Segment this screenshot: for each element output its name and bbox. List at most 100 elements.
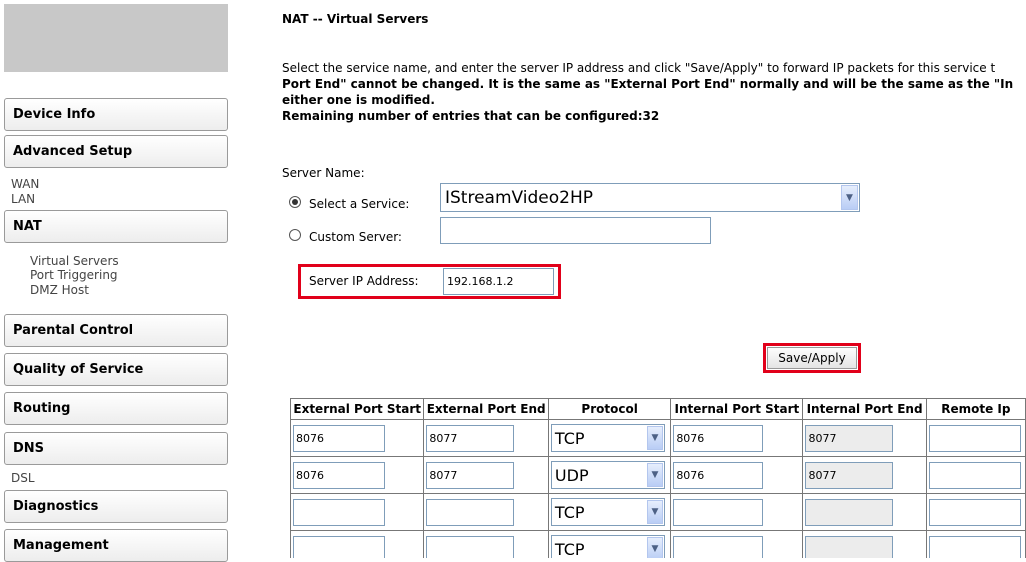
external-port-end-input[interactable]: 8077 bbox=[426, 461, 515, 489]
protocol-select[interactable]: TCP ▼ bbox=[550, 424, 665, 452]
external-port-start-input[interactable]: 8076 bbox=[293, 461, 385, 489]
nav-virtual-servers[interactable]: Virtual Servers bbox=[30, 254, 119, 268]
col-internal-port-end: Internal Port End bbox=[802, 398, 927, 420]
description-line-2: Port End" cannot be changed. It is the s… bbox=[282, 77, 1014, 91]
internal-port-end-input[interactable]: 8077 bbox=[805, 461, 894, 489]
table-cell: 8077 bbox=[423, 419, 549, 457]
table-cell bbox=[925, 456, 1026, 494]
custom-server-label: Custom Server: bbox=[309, 230, 402, 244]
nav-management[interactable]: Management bbox=[4, 529, 228, 562]
table-row: TCP ▼ bbox=[289, 493, 1026, 531]
internal-port-end-input[interactable]: 8077 bbox=[805, 424, 894, 452]
table-header-row: External Port Start External Port End Pr… bbox=[289, 398, 1026, 420]
table-cell: TCP ▼ bbox=[547, 530, 672, 559]
table-cell bbox=[670, 530, 804, 558]
sidebar: Device Info Advanced Setup WAN LAN NAT V… bbox=[0, 0, 234, 562]
col-external-port-end: External Port End bbox=[423, 398, 549, 420]
internal-port-start-input[interactable]: 8076 bbox=[673, 461, 764, 489]
table-cell: 8076 bbox=[289, 456, 425, 494]
internal-port-start-input[interactable] bbox=[673, 535, 764, 558]
external-port-start-input[interactable] bbox=[293, 498, 385, 526]
nav-dsl[interactable]: DSL bbox=[11, 471, 35, 485]
table-cell: 8076 bbox=[670, 456, 804, 494]
custom-server-input[interactable] bbox=[440, 217, 711, 244]
protocol-value: TCP bbox=[554, 428, 585, 448]
nav-parental-control[interactable]: Parental Control bbox=[4, 314, 228, 347]
remaining-entries: Remaining number of entries that can be … bbox=[282, 109, 660, 123]
nav-dmz-host[interactable]: DMZ Host bbox=[30, 283, 89, 297]
table-cell: TCP ▼ bbox=[547, 419, 672, 457]
server-ip-label: Server IP Address: bbox=[309, 274, 419, 288]
internal-port-start-input[interactable] bbox=[673, 498, 764, 526]
protocol-value: TCP bbox=[554, 539, 585, 559]
external-port-end-input[interactable] bbox=[426, 535, 515, 558]
table-cell bbox=[423, 530, 549, 558]
nav-device-info[interactable]: Device Info bbox=[4, 98, 228, 131]
nav-diagnostics[interactable]: Diagnostics bbox=[4, 490, 228, 523]
chevron-down-icon[interactable]: ▼ bbox=[841, 185, 858, 210]
col-remote-ip: Remote Ip bbox=[925, 398, 1026, 420]
internal-port-end-input[interactable] bbox=[805, 535, 894, 558]
server-name-label: Server Name: bbox=[282, 166, 365, 180]
server-ip-input[interactable]: 192.168.1.2 bbox=[443, 268, 554, 295]
nav-nat[interactable]: NAT bbox=[4, 210, 228, 243]
description-line-3: either one is modified. bbox=[282, 93, 435, 107]
nav-wan[interactable]: WAN bbox=[11, 177, 39, 191]
save-apply-button[interactable]: Save/Apply bbox=[767, 347, 857, 369]
port-mapping-table: External Port Start External Port End Pr… bbox=[289, 398, 1026, 559]
table-cell: 8076 bbox=[289, 419, 425, 457]
protocol-value: UDP bbox=[554, 465, 589, 485]
nav-quality-of-service[interactable]: Quality of Service bbox=[4, 353, 228, 386]
col-internal-port-start: Internal Port Start bbox=[670, 398, 804, 420]
page-title: NAT -- Virtual Servers bbox=[282, 12, 429, 26]
table-cell bbox=[925, 530, 1026, 558]
table-cell: 8077 bbox=[802, 419, 927, 457]
remote-ip-input[interactable] bbox=[928, 535, 1021, 558]
table-cell: 8077 bbox=[423, 456, 549, 494]
table-cell bbox=[925, 419, 1026, 457]
protocol-select[interactable]: TCP ▼ bbox=[550, 535, 665, 559]
main-content: NAT -- Virtual Servers Select the servic… bbox=[282, 0, 1026, 558]
external-port-start-input[interactable] bbox=[293, 535, 385, 558]
col-protocol: Protocol bbox=[547, 398, 672, 420]
col-external-port-start: External Port Start bbox=[289, 398, 425, 420]
table-cell: 8076 bbox=[670, 419, 804, 457]
nav-lan[interactable]: LAN bbox=[11, 192, 35, 206]
logo-area bbox=[4, 4, 228, 72]
internal-port-end-input[interactable] bbox=[805, 498, 894, 526]
external-port-start-input[interactable]: 8076 bbox=[293, 424, 385, 452]
service-select[interactable]: IStreamVideo2HP ▼ bbox=[440, 183, 860, 212]
chevron-down-icon[interactable]: ▼ bbox=[646, 500, 663, 524]
table-cell bbox=[423, 493, 549, 531]
internal-port-start-input[interactable]: 8076 bbox=[673, 424, 764, 452]
nav-advanced-setup[interactable]: Advanced Setup bbox=[4, 135, 228, 168]
external-port-end-input[interactable] bbox=[426, 498, 515, 526]
nav-port-triggering[interactable]: Port Triggering bbox=[30, 268, 118, 282]
external-port-end-input[interactable]: 8077 bbox=[426, 424, 515, 452]
table-row: TCP ▼ bbox=[289, 530, 1026, 559]
chevron-down-icon[interactable]: ▼ bbox=[646, 463, 663, 487]
remote-ip-input[interactable] bbox=[928, 498, 1021, 526]
custom-server-radio[interactable] bbox=[289, 229, 301, 241]
table-cell bbox=[670, 493, 804, 531]
table-cell bbox=[289, 530, 425, 558]
table-cell bbox=[925, 493, 1026, 531]
table-cell: TCP ▼ bbox=[547, 493, 672, 531]
service-select-value: IStreamVideo2HP bbox=[445, 187, 594, 208]
protocol-select[interactable]: UDP ▼ bbox=[550, 461, 665, 489]
chevron-down-icon[interactable]: ▼ bbox=[646, 426, 663, 450]
select-service-radio[interactable] bbox=[289, 196, 301, 208]
nav-dns[interactable]: DNS bbox=[4, 432, 228, 465]
nav-routing[interactable]: Routing bbox=[4, 392, 228, 425]
table-row: 8076 8077 TCP ▼ 8076 8077 bbox=[289, 419, 1026, 457]
protocol-select[interactable]: TCP ▼ bbox=[550, 498, 665, 526]
description-line-1: Select the service name, and enter the s… bbox=[282, 61, 996, 75]
table-cell bbox=[802, 530, 927, 558]
chevron-down-icon[interactable]: ▼ bbox=[646, 537, 663, 558]
table-cell: UDP ▼ bbox=[547, 456, 672, 494]
remote-ip-input[interactable] bbox=[928, 424, 1021, 452]
table-cell bbox=[802, 493, 927, 531]
protocol-value: TCP bbox=[554, 502, 585, 522]
table-row: 8076 8077 UDP ▼ 8076 8077 bbox=[289, 456, 1026, 494]
remote-ip-input[interactable] bbox=[928, 461, 1021, 489]
